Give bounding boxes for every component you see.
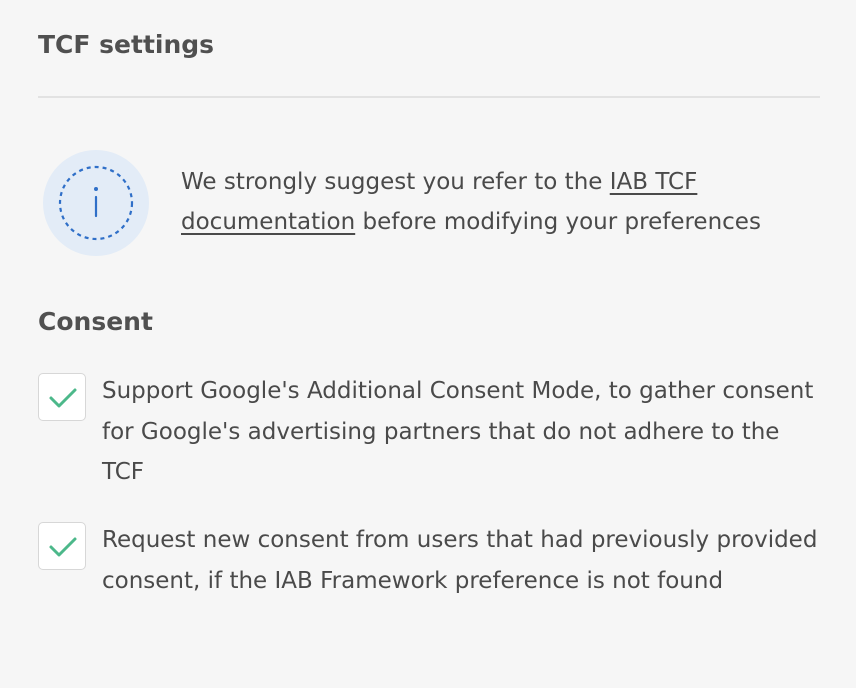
info-icon	[58, 165, 134, 241]
info-text-before: We strongly suggest you refer to the	[181, 169, 610, 195]
info-message: We strongly suggest you refer to the IAB…	[181, 162, 821, 242]
consent-heading: Consent	[38, 307, 153, 336]
tcf-settings-panel: TCF settings We strongly suggest you ref…	[0, 0, 856, 688]
request-new-consent-label: Request new consent from users that had …	[102, 527, 818, 594]
checkmark-icon	[49, 537, 77, 557]
google-acm-checkbox[interactable]	[38, 373, 86, 421]
google-acm-label: Support Google's Additional Consent Mode…	[102, 378, 814, 485]
info-badge	[43, 150, 149, 256]
page-title: TCF settings	[38, 30, 215, 59]
request-new-consent-checkbox[interactable]	[38, 522, 86, 570]
checkmark-icon	[49, 388, 77, 408]
divider	[38, 96, 820, 98]
info-text-after: before modifying your preferences	[355, 209, 761, 235]
